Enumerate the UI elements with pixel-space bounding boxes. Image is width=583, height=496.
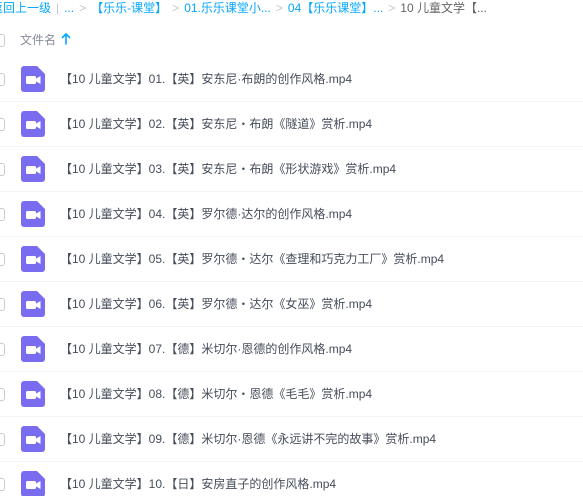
file-row[interactable]: 【10 儿童文学】02.【英】安东尼・布朗《隧道》赏析.mp4 (0, 102, 583, 147)
arrow-up-icon[interactable] (61, 33, 71, 45)
breadcrumb-item-3[interactable]: 04【乐乐课堂】... (288, 1, 383, 15)
video-file-icon (21, 336, 45, 362)
list-header: 文件名 (0, 28, 583, 52)
file-row[interactable]: 【10 儿童文学】01.【英】安东尼·布朗的创作风格.mp4 (0, 57, 583, 102)
file-row[interactable]: 【10 儿童文学】06.【英】罗尔德・达尔《女巫》赏析.mp4 (0, 282, 583, 327)
breadcrumb-item-2[interactable]: 01.乐乐课堂小... (184, 1, 271, 15)
file-row-checkbox[interactable] (0, 298, 5, 311)
file-row-checkbox[interactable] (0, 478, 5, 491)
file-name[interactable]: 【10 儿童文学】06.【英】罗尔德・达尔《女巫》赏析.mp4 (60, 295, 372, 313)
file-name[interactable]: 【10 儿童文学】07.【德】米切尔·恩德的创作风格.mp4 (60, 340, 352, 358)
file-row-checkbox[interactable] (0, 73, 5, 86)
file-name[interactable]: 【10 儿童文学】05.【英】罗尔德・达尔《查理和巧克力工厂》赏析.mp4 (60, 250, 444, 268)
file-list: 【10 儿童文学】01.【英】安东尼·布朗的创作风格.mp4 【10 儿童文学】… (0, 57, 583, 496)
file-name[interactable]: 【10 儿童文学】02.【英】安东尼・布朗《隧道》赏析.mp4 (60, 115, 372, 133)
file-name[interactable]: 【10 儿童文学】09.【德】米切尔·恩德《永远讲不完的故事》赏析.mp4 (60, 430, 436, 448)
file-name[interactable]: 【10 儿童文学】10.【日】安房直子的创作风格.mp4 (60, 475, 336, 493)
file-row-checkbox[interactable] (0, 163, 5, 176)
file-name[interactable]: 【10 儿童文学】08.【德】米切尔・恩德《毛毛》赏析.mp4 (60, 385, 372, 403)
breadcrumb-ellipsis[interactable]: ... (64, 1, 74, 15)
video-file-icon (21, 381, 45, 407)
breadcrumb-back-link[interactable]: 返回上一级 (0, 1, 51, 15)
select-all-checkbox[interactable] (0, 34, 5, 47)
video-file-icon (21, 156, 45, 182)
video-file-icon (21, 246, 45, 272)
file-row-checkbox[interactable] (0, 253, 5, 266)
file-row[interactable]: 【10 儿童文学】09.【德】米切尔·恩德《永远讲不完的故事》赏析.mp4 (0, 417, 583, 462)
breadcrumb-current: 10 儿童文学【... (400, 1, 487, 15)
file-row-checkbox[interactable] (0, 343, 5, 356)
breadcrumb-separator: > (275, 1, 283, 15)
file-row[interactable]: 【10 儿童文学】10.【日】安房直子的创作风格.mp4 (0, 462, 583, 496)
breadcrumb-separator: > (388, 1, 396, 15)
video-file-icon (21, 291, 45, 317)
file-row-checkbox[interactable] (0, 118, 5, 131)
file-browser: 返回上一级 |... > 【乐乐-课堂】 >01.乐乐课堂小... >04【乐乐课堂】..… (0, 0, 583, 496)
file-name[interactable]: 【10 儿童文学】03.【英】安东尼・布朗《形状游戏》赏析.mp4 (60, 160, 396, 178)
breadcrumb-item-1[interactable]: 【乐乐-课堂】 (91, 1, 167, 15)
column-header-filename[interactable]: 文件名 (20, 31, 56, 49)
file-row[interactable]: 【10 儿童文学】04.【英】罗尔德·达尔的创作风格.mp4 (0, 192, 583, 237)
breadcrumb-separator: > (79, 1, 87, 15)
breadcrumb: 返回上一级 |... > 【乐乐-课堂】 >01.乐乐课堂小... >04【乐乐课堂】..… (0, 0, 487, 16)
file-row[interactable]: 【10 儿童文学】07.【德】米切尔·恩德的创作风格.mp4 (0, 327, 583, 372)
file-row[interactable]: 【10 儿童文学】03.【英】安东尼・布朗《形状游戏》赏析.mp4 (0, 147, 583, 192)
video-file-icon (21, 111, 45, 137)
video-file-icon (21, 201, 45, 227)
video-file-icon (21, 66, 45, 92)
breadcrumb-separator: > (172, 1, 180, 15)
video-file-icon (21, 471, 45, 496)
file-name[interactable]: 【10 儿童文学】04.【英】罗尔德·达尔的创作风格.mp4 (60, 205, 352, 223)
video-file-icon (21, 426, 45, 452)
breadcrumb-divider: | (56, 1, 60, 15)
file-row-checkbox[interactable] (0, 388, 5, 401)
file-row[interactable]: 【10 儿童文学】08.【德】米切尔・恩德《毛毛》赏析.mp4 (0, 372, 583, 417)
file-name[interactable]: 【10 儿童文学】01.【英】安东尼·布朗的创作风格.mp4 (60, 70, 352, 88)
file-row-checkbox[interactable] (0, 208, 5, 221)
file-row[interactable]: 【10 儿童文学】05.【英】罗尔德・达尔《查理和巧克力工厂》赏析.mp4 (0, 237, 583, 282)
file-row-checkbox[interactable] (0, 433, 5, 446)
